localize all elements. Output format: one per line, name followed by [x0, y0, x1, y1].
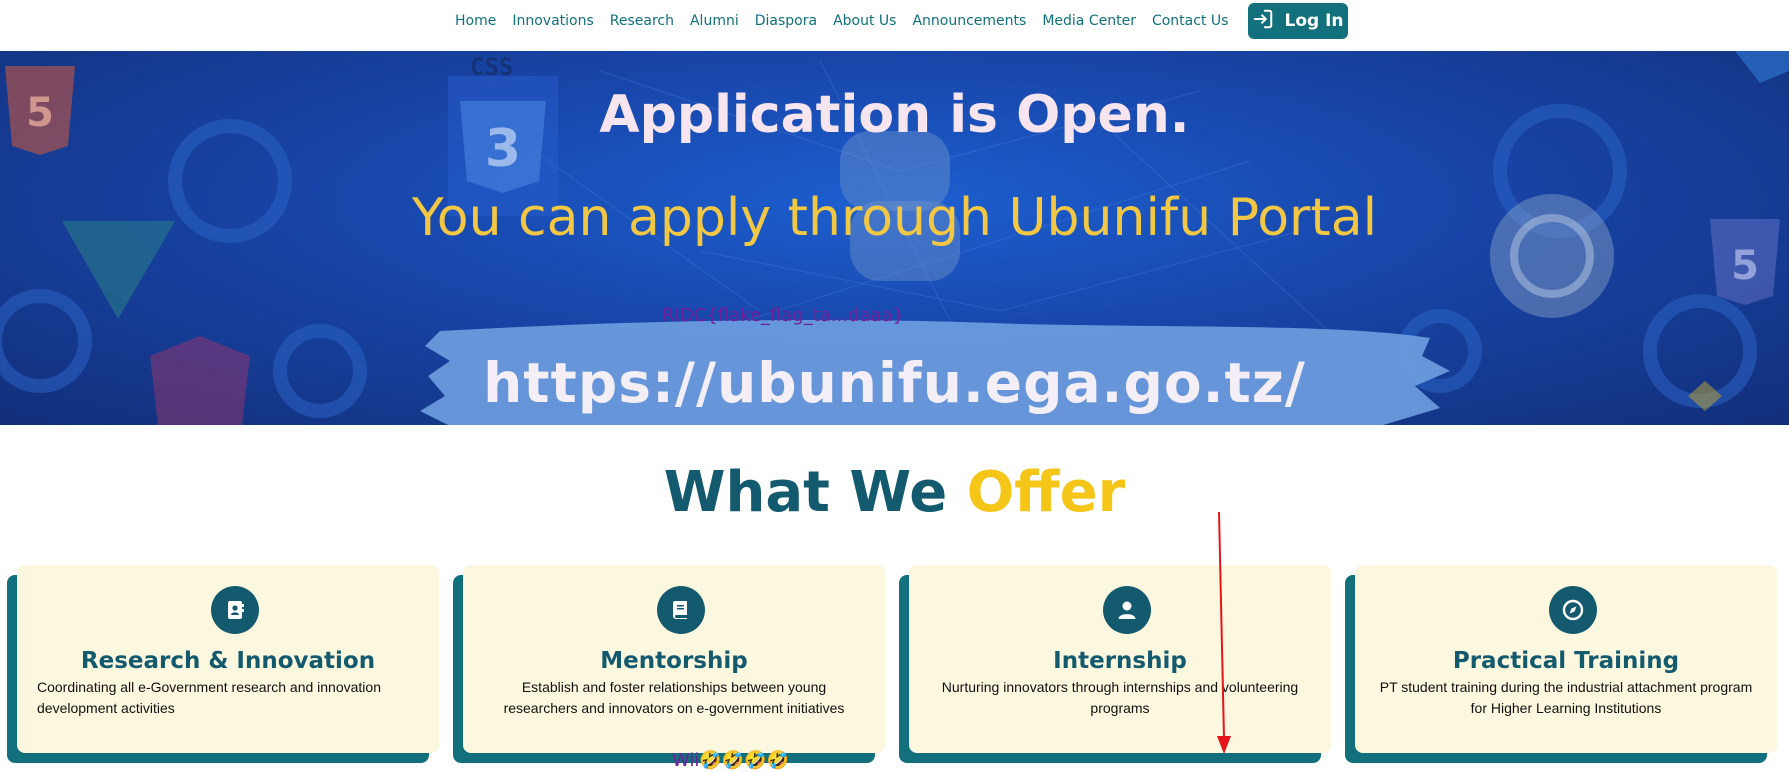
nav-link-alumni[interactable]: Alumni — [690, 13, 739, 29]
overlay-bottom-text: Wii🤣🤣🤣🤣 — [672, 750, 790, 771]
hero-subtitle: You can apply through Ubunifu Portal — [411, 188, 1378, 248]
login-label: Log In — [1284, 11, 1344, 31]
offer-card-internship[interactable]: Internship Nurturing innovators through … — [899, 565, 1331, 763]
svg-text:5: 5 — [1731, 243, 1759, 289]
hero-banner: 5 5 CSS 3 Application is Open. You can a… — [0, 51, 1789, 425]
login-button[interactable]: Log In — [1248, 3, 1348, 39]
card-title: Practical Training — [1452, 648, 1680, 674]
hero-title: Application is Open. — [599, 85, 1190, 145]
nav-link-innovations[interactable]: Innovations — [512, 13, 593, 29]
offer-heading-part2: Offer — [966, 460, 1126, 525]
nav-link-research[interactable]: Research — [610, 13, 674, 29]
card-description: Coordinating all e-Government research a… — [37, 679, 381, 716]
card-body: Research & Innovation Coordinating all e… — [17, 565, 439, 753]
card-title: Internship — [1053, 648, 1187, 674]
offer-card-mentorship[interactable]: Mentorship Establish and foster relation… — [453, 565, 885, 763]
card-title: Research & Innovation — [80, 648, 376, 674]
nav-link-diaspora[interactable]: Diaspora — [755, 13, 817, 29]
svg-text:CSS: CSS — [470, 53, 513, 81]
nav-link-about-us[interactable]: About Us — [833, 13, 896, 29]
card-body: Practical Training PT student training d… — [1355, 565, 1777, 753]
overlay-flag-text: RIDC{flake_flag_ta...daaa} — [662, 305, 904, 326]
offer-heading: What We Offer — [0, 460, 1789, 525]
compass-icon — [1549, 586, 1597, 634]
login-icon — [1252, 8, 1274, 35]
nav-links: Home Innovations Research Alumni Diaspor… — [455, 13, 1228, 29]
card-description: Nurturing innovators through internships… — [941, 679, 1299, 716]
offer-card-practical-training[interactable]: Practical Training PT student training d… — [1345, 565, 1777, 763]
portal-url[interactable]: https://ubunifu.ega.go.tz/ — [0, 351, 1789, 415]
card-body: Mentorship Establish and foster relation… — [463, 565, 885, 753]
card-description: Establish and foster relationships betwe… — [503, 679, 845, 716]
offer-heading-part1: What We — [663, 460, 948, 525]
book-icon — [657, 586, 705, 634]
card-description: PT student training during the industria… — [1379, 679, 1753, 716]
top-navbar: Home Innovations Research Alumni Diaspor… — [0, 0, 1789, 52]
nav-link-contact-us[interactable]: Contact Us — [1152, 13, 1228, 29]
nav-link-media-center[interactable]: Media Center — [1042, 13, 1136, 29]
contact-book-icon — [211, 586, 259, 634]
card-title: Mentorship — [600, 648, 748, 674]
user-icon — [1103, 586, 1151, 634]
nav-link-announcements[interactable]: Announcements — [912, 13, 1026, 29]
card-body: Internship Nurturing innovators through … — [909, 565, 1331, 753]
offer-card-research[interactable]: Research & Innovation Coordinating all e… — [7, 565, 439, 763]
nav-link-home[interactable]: Home — [455, 13, 496, 29]
